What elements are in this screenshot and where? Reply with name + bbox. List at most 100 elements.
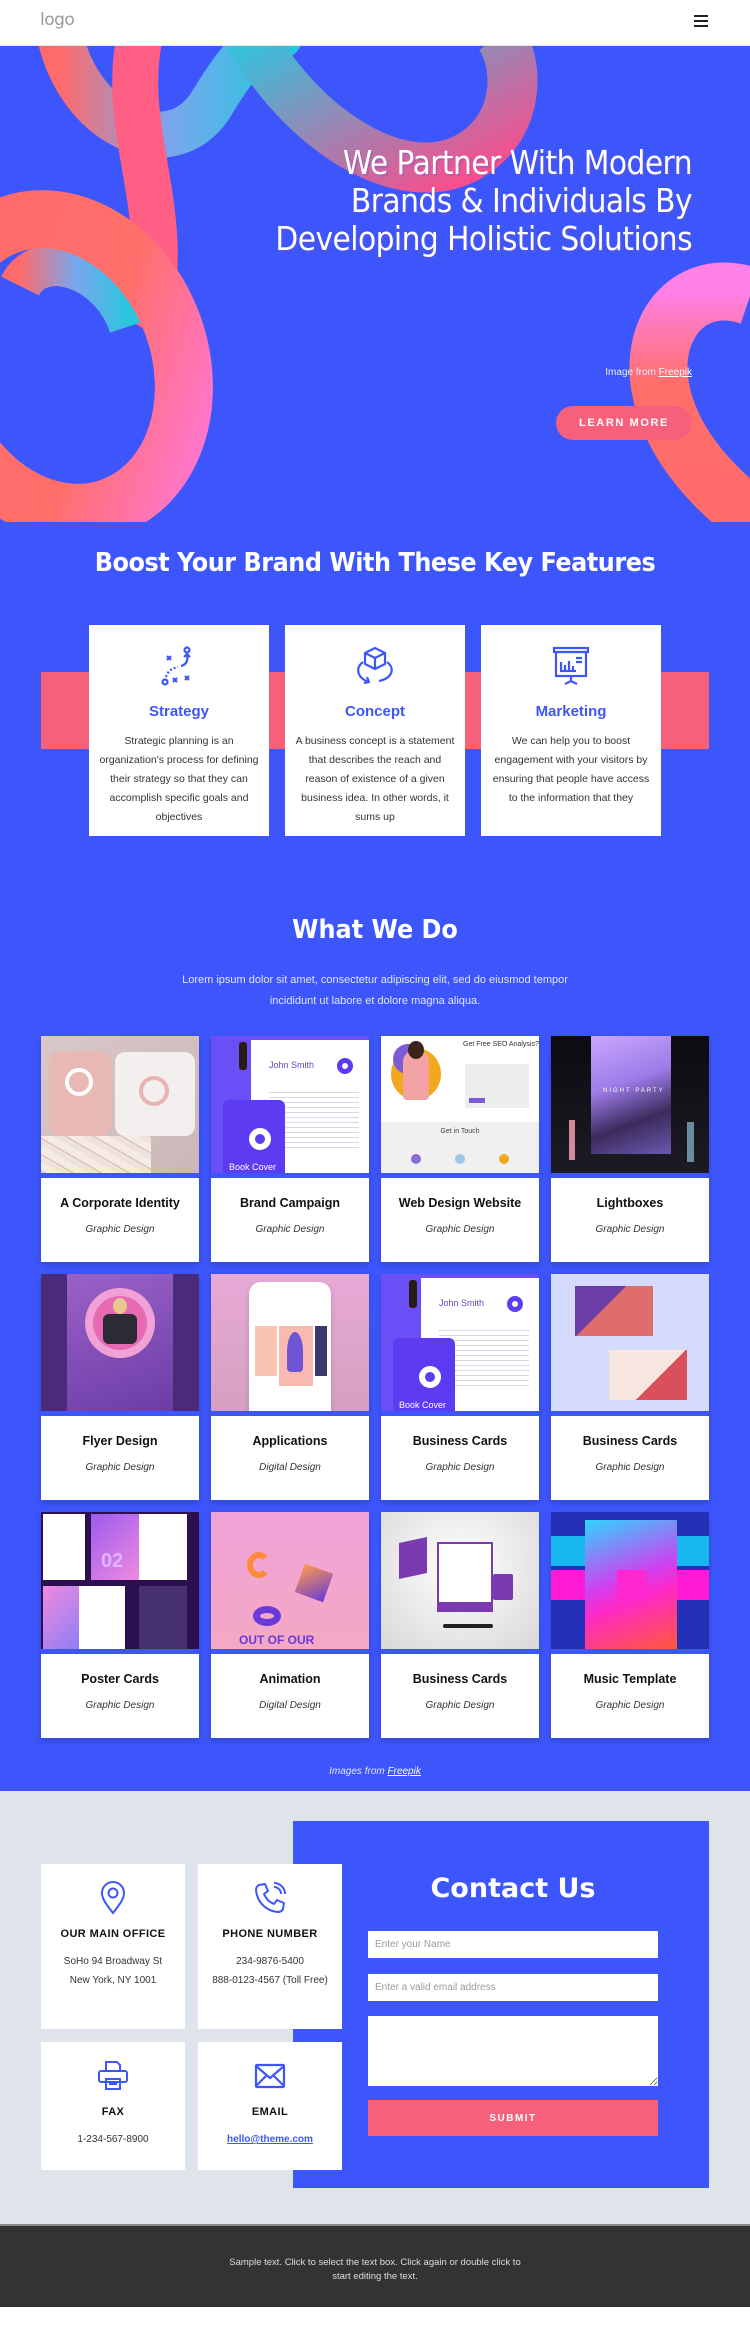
phone-line: 234-9876-5400 [236, 1956, 304, 1967]
thumb-label: Get in Touch [440, 1128, 480, 1135]
feature-card-marketing: Marketing We can help you to boost engag… [481, 625, 661, 836]
footer-text: Sample text. Click to select the text bo… [229, 2257, 521, 2282]
freepik-link[interactable]: Freepik [659, 367, 692, 378]
info-card-title: EMAIL [251, 2106, 289, 2118]
address-line: New York, NY 1001 [69, 1975, 157, 1986]
poster-cards-image: 02 [41, 1512, 199, 1654]
submit-button[interactable]: SUBMIT [368, 2100, 658, 2136]
portfolio-item-title: Music Template [583, 1672, 677, 1686]
portfolio-item[interactable]: OUT OF OUR Animation Digital Design [211, 1512, 369, 1738]
feature-card-strategy: Strategy Strategic planning is an organi… [89, 625, 269, 836]
portfolio-item-category: Graphic Design [595, 1224, 665, 1235]
contact-section: OUR MAIN OFFICE SoHo 94 Broadway St New … [0, 1791, 750, 2224]
thumb-label: John Smith [269, 1060, 315, 1070]
features-section: Boost Your Brand With These Key Features… [0, 522, 750, 898]
brand-campaign-image: John Smith Book Cover [211, 1036, 369, 1178]
portfolio-item-category: Graphic Design [425, 1224, 495, 1235]
portfolio-item-title: A Corporate Identity [60, 1196, 180, 1210]
portfolio-item-category: Digital Design [259, 1700, 321, 1711]
applications-image [211, 1274, 369, 1416]
feature-title: Concept [345, 703, 405, 720]
features-title: Boost Your Brand With These Key Features [94, 548, 656, 578]
name-input[interactable] [368, 1931, 658, 1958]
portfolio-item[interactable]: Business Cards Graphic Design [381, 1512, 539, 1738]
portfolio-item-title: Business Cards [412, 1434, 508, 1448]
feature-title: Marketing [535, 703, 607, 720]
portfolio-item-title: Poster Cards [81, 1672, 159, 1686]
thumb-label: Get Free SEO Analysis? [463, 1041, 539, 1048]
flyer-design-image [41, 1274, 199, 1416]
thumb-label: NIGHT PARTY [603, 1088, 665, 1094]
hero-credit-prefix: Image from [605, 367, 659, 378]
portfolio-item[interactable]: Applications Digital Design [211, 1274, 369, 1500]
portfolio-item[interactable]: NIGHT PARTY Lightboxes Graphic Design [551, 1036, 709, 1262]
music-template-image [551, 1512, 709, 1654]
info-card-text: SoHo 94 Broadway St New York, NY 1001 [41, 1952, 185, 1990]
portfolio-item[interactable]: A Corporate Identity Graphic Design [41, 1036, 199, 1262]
logo[interactable]: logo [40, 10, 75, 30]
phone-icon [255, 1882, 286, 1913]
hero-image-credit: Image from Freepik [605, 367, 692, 378]
portfolio-item-title: Flyer Design [82, 1434, 158, 1448]
freepik-link[interactable]: Freepik [388, 1766, 421, 1777]
thumb-label: Book Cover [229, 1162, 277, 1172]
feature-description: Strategic planning is an organization's … [99, 735, 259, 823]
portfolio-item-title: Brand Campaign [239, 1196, 340, 1210]
thumb-label: OUT OF OUR [239, 1633, 315, 1647]
feature-description: A business concept is a statement that d… [295, 735, 455, 823]
printer-fax-icon [98, 2061, 128, 2090]
info-card-text: 234-9876-5400 888-0123-4567 (Toll Free) [198, 1952, 342, 1990]
what-we-do-title: What We Do [292, 915, 458, 945]
portfolio-item-category: Graphic Design [85, 1224, 155, 1235]
hero-decorative-tubes [0, 46, 750, 522]
thumb-label: 02 [101, 1550, 124, 1572]
portfolio-item-category: Graphic Design [425, 1700, 495, 1711]
what-we-do-subtitle: Lorem ipsum dolor sit amet, consectetur … [182, 974, 568, 1007]
portfolio-item[interactable]: 02 Poster Cards Graphic Design [41, 1512, 199, 1738]
message-textarea[interactable] [368, 2016, 658, 2086]
portfolio-item-category: Graphic Design [85, 1462, 155, 1473]
email-input[interactable] [368, 1974, 658, 2001]
portfolio-item-title: Business Cards [412, 1672, 508, 1686]
strategy-icon [161, 646, 191, 686]
portfolio-item-category: Graphic Design [255, 1224, 325, 1235]
info-card-title: OUR MAIN OFFICE [60, 1928, 166, 1940]
thumb-label: John Smith [439, 1298, 485, 1308]
portfolio-item-category: Graphic Design [425, 1462, 495, 1473]
portfolio-item-title: Lightboxes [596, 1196, 664, 1210]
business-cards-image [381, 1512, 539, 1654]
site-footer: Sample text. Click to select the text bo… [0, 2224, 750, 2307]
email-link[interactable]: hello@theme.com [227, 2134, 313, 2145]
learn-more-button[interactable]: LEARN MORE [556, 406, 692, 440]
portfolio-item[interactable]: John Smith Book Cover Brand Campaign Gra… [211, 1036, 369, 1262]
envelope-icon [254, 2063, 286, 2089]
portfolio-item-category: Digital Design [259, 1462, 321, 1473]
business-cards-image [551, 1274, 709, 1416]
portfolio-item[interactable]: Music Template Graphic Design [551, 1512, 709, 1738]
info-card-fax: FAX 1-234-567-8900 [41, 2042, 185, 2170]
info-card-phone: PHONE NUMBER 234-9876-5400 888-0123-4567… [198, 1864, 342, 2029]
animation-image: OUT OF OUR [211, 1512, 369, 1654]
presentation-board-icon [552, 646, 590, 685]
hero-section: We Partner With Modern Brands & Individu… [0, 46, 750, 522]
info-card-text: 1-234-567-8900 [77, 2134, 149, 2145]
hero-title: We Partner With Modern Brands & Individu… [275, 143, 692, 258]
portfolio-item[interactable]: Business Cards Graphic Design [551, 1274, 709, 1500]
portfolio-item-title: Business Cards [582, 1434, 678, 1448]
images-credit: Images from Freepik [0, 1766, 750, 1777]
lightboxes-image: NIGHT PARTY [551, 1036, 709, 1178]
info-card-office: OUR MAIN OFFICE SoHo 94 Broadway St New … [41, 1864, 185, 2029]
portfolio-item-title: Applications [252, 1434, 328, 1448]
feature-description: We can help you to boost engagement with… [492, 735, 650, 804]
portfolio-item[interactable]: Get Free SEO Analysis? Get in Touch Web … [381, 1036, 539, 1262]
address-line: SoHo 94 Broadway St [63, 1956, 163, 1967]
portfolio-item-title: Animation [259, 1672, 321, 1686]
web-design-image: Get Free SEO Analysis? Get in Touch [381, 1036, 539, 1178]
portfolio-item-category: Graphic Design [595, 1700, 665, 1711]
info-card-email: EMAIL hello@theme.com [198, 2042, 342, 2170]
info-card-text: hello@theme.com [198, 2130, 342, 2149]
location-pin-icon [100, 1881, 126, 1915]
portfolio-item[interactable]: John Smith Book Cover Business Cards Gra… [381, 1274, 539, 1500]
portfolio-item[interactable]: Flyer Design Graphic Design [41, 1274, 199, 1500]
hamburger-menu-icon[interactable] [694, 15, 708, 28]
